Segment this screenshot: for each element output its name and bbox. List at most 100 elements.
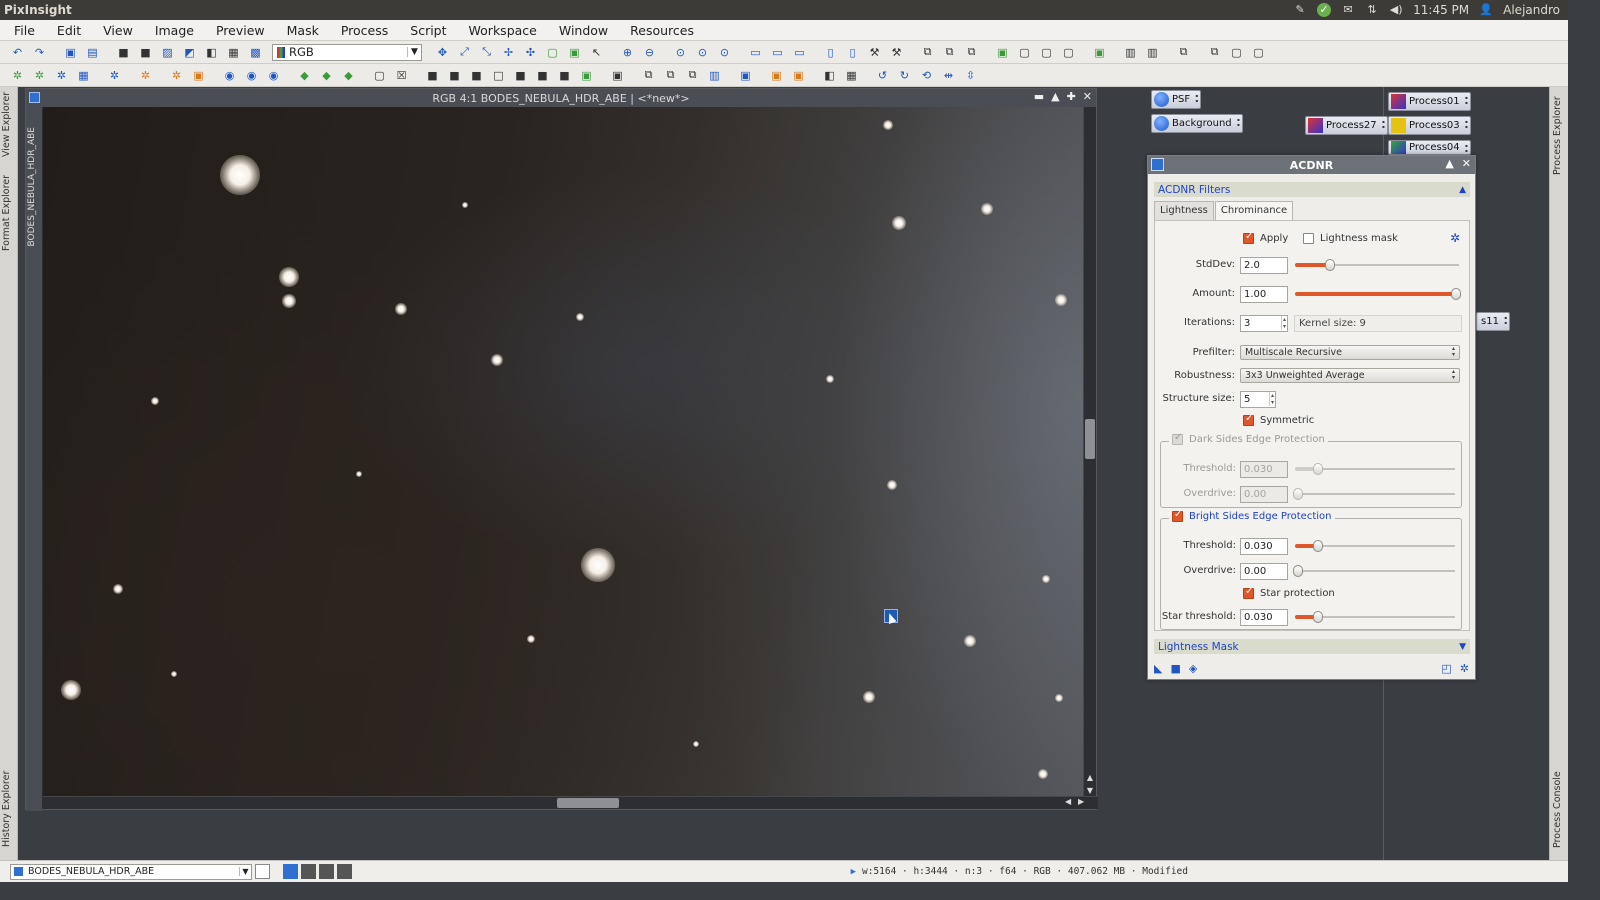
- history-explorer-tab[interactable]: History Explorer: [1, 769, 17, 849]
- flip-horizontal-icon[interactable]: ⇹: [939, 67, 958, 84]
- mask-mode-8-icon[interactable]: ▣: [577, 67, 596, 84]
- star-tool-1-icon[interactable]: ✲: [8, 67, 27, 84]
- mask-clear-icon[interactable]: ☒: [392, 67, 411, 84]
- workspace-2-icon[interactable]: ⧉: [940, 44, 959, 61]
- display-channel-rgb-icon[interactable]: [283, 864, 298, 879]
- float-icon[interactable]: ▢: [1227, 44, 1246, 61]
- stddev-input[interactable]: 2.0: [1240, 257, 1288, 274]
- color-calibrate-icon[interactable]: ▣: [767, 67, 786, 84]
- shade-icon[interactable]: ▲: [1445, 157, 1453, 170]
- mask-mode-5-icon[interactable]: ■: [511, 67, 530, 84]
- channel-g-icon[interactable]: ◉: [242, 67, 261, 84]
- horizontal-scrollbar[interactable]: ◀ ▶: [43, 796, 1098, 809]
- symmetric-checkbox[interactable]: [1243, 413, 1254, 426]
- zoom-out-icon[interactable]: ⊖: [640, 44, 659, 61]
- process-icon-psf[interactable]: PSF: [1151, 90, 1202, 109]
- image-window[interactable]: RGB 4:1 BODES_NEBULA_HDR_ABE | <*new*> ▬…: [25, 88, 1098, 811]
- mask-icon[interactable]: ◧: [202, 44, 221, 61]
- lightness-mask-section[interactable]: Lightness Mask ▼: [1154, 639, 1470, 654]
- menu-view[interactable]: View: [89, 23, 141, 38]
- tab-chrominance[interactable]: Chrominance: [1214, 201, 1294, 221]
- zoom-in-icon[interactable]: ⊕: [618, 44, 637, 61]
- process-icon-process27[interactable]: Process27: [1305, 116, 1388, 135]
- acdnr-filters-section[interactable]: ACDNR Filters ▲: [1154, 182, 1470, 197]
- layer-3-icon[interactable]: ⧉: [683, 67, 702, 84]
- menu-resources[interactable]: Resources: [616, 23, 702, 38]
- menu-script[interactable]: Script: [396, 23, 454, 38]
- apply-global-icon[interactable]: ■: [1170, 662, 1180, 675]
- new-image-icon[interactable]: ■: [114, 44, 133, 61]
- zoom-1-1-icon[interactable]: ⊙: [671, 44, 690, 61]
- mask-mode-6-icon[interactable]: ■: [533, 67, 552, 84]
- apply-checkbox[interactable]: [1243, 231, 1254, 244]
- page-icon[interactable]: ▢: [543, 44, 562, 61]
- color-tool-3-icon[interactable]: ▣: [189, 67, 208, 84]
- script-edit-icon[interactable]: ▢: [1015, 44, 1034, 61]
- mail-icon[interactable]: ✉: [1341, 3, 1355, 17]
- reset-icon[interactable]: ✲: [1450, 231, 1460, 245]
- amount-slider[interactable]: [1295, 288, 1461, 300]
- real-time-preview-icon[interactable]: ◈: [1189, 662, 1197, 675]
- play-icon[interactable]: ▶: [851, 867, 856, 877]
- maximize-icon[interactable]: ✚: [1067, 90, 1076, 103]
- stddev-slider[interactable]: [1295, 259, 1459, 271]
- dark-overdrive-input[interactable]: 0.00: [1240, 486, 1288, 503]
- process-icon-partial[interactable]: s11: [1476, 312, 1510, 331]
- zoom-center-icon[interactable]: ✣: [521, 44, 540, 61]
- menu-workspace[interactable]: Workspace: [455, 23, 545, 38]
- mask-enable-icon[interactable]: ◆: [317, 67, 336, 84]
- zoom-all-icon[interactable]: ✢: [499, 44, 518, 61]
- iterations-spinbox[interactable]: 3: [1240, 315, 1288, 332]
- dark-overdrive-slider[interactable]: [1293, 488, 1455, 500]
- zoom-4-1-icon[interactable]: ⊙: [715, 44, 734, 61]
- image-window-icon[interactable]: [29, 92, 40, 103]
- collapse-icon[interactable]: ▲: [1459, 185, 1466, 195]
- menu-image[interactable]: Image: [141, 23, 202, 38]
- script-stop-icon[interactable]: ▢: [1037, 44, 1056, 61]
- undo-icon[interactable]: ↶: [8, 44, 27, 61]
- lightness-mask-checkbox[interactable]: [1303, 233, 1314, 244]
- color-tool-1-icon[interactable]: ✲: [136, 67, 155, 84]
- grayscale-icon[interactable]: ◧: [820, 67, 839, 84]
- mask-mode-2-icon[interactable]: ■: [445, 67, 464, 84]
- scroll-up-icon[interactable]: ▲: [1084, 773, 1096, 782]
- duplicate-icon[interactable]: ■: [136, 44, 155, 61]
- mask-mode-3-icon[interactable]: ■: [467, 67, 486, 84]
- vertical-scrollbar[interactable]: ▲ ▼: [1083, 107, 1096, 798]
- user-name[interactable]: Alejandro: [1503, 3, 1560, 17]
- menu-file[interactable]: File: [0, 23, 43, 38]
- flip-vertical-icon[interactable]: ⇳: [961, 67, 980, 84]
- rgb-combine-icon[interactable]: ▣: [736, 67, 755, 84]
- reset-instance-icon[interactable]: ✲: [1460, 662, 1469, 675]
- tab-lightness[interactable]: Lightness: [1154, 201, 1214, 220]
- menu-preview[interactable]: Preview: [202, 23, 273, 38]
- volume-icon[interactable]: ◀): [1389, 3, 1403, 17]
- window-cascade-icon[interactable]: ▯: [843, 44, 862, 61]
- dark-sides-checkbox[interactable]: [1172, 432, 1183, 445]
- bright-overdrive-knob[interactable]: [1293, 565, 1303, 577]
- script-debug-icon[interactable]: ▢: [1059, 44, 1078, 61]
- stddev-slider-knob[interactable]: [1324, 259, 1335, 271]
- process-icon-process01[interactable]: Process01: [1388, 92, 1471, 111]
- display-channel-g-icon[interactable]: [319, 864, 334, 879]
- stf-reset-icon[interactable]: ⚒: [887, 44, 906, 61]
- bright-threshold-input[interactable]: 0.030: [1240, 538, 1288, 555]
- acdnr-process-icon[interactable]: [1151, 158, 1164, 171]
- notes-icon[interactable]: ✎: [1293, 3, 1307, 17]
- preview-edit-icon[interactable]: ▭: [768, 44, 787, 61]
- stf-icon[interactable]: ⚒: [865, 44, 884, 61]
- mask-show-icon[interactable]: ◆: [295, 67, 314, 84]
- copy-icon[interactable]: ▣: [608, 67, 627, 84]
- preview-new-icon[interactable]: ▭: [746, 44, 765, 61]
- amount-input[interactable]: 1.00: [1240, 286, 1288, 303]
- workspace-3-icon[interactable]: ⧉: [962, 44, 981, 61]
- dark-overdrive-knob[interactable]: [1293, 488, 1303, 500]
- bright-threshold-knob[interactable]: [1313, 540, 1324, 552]
- bright-sides-checkbox[interactable]: [1172, 509, 1183, 522]
- grid-tool-icon[interactable]: ▦: [74, 67, 93, 84]
- channel-select[interactable]: RGB ▼: [272, 43, 422, 61]
- scroll-down-icon[interactable]: ▼: [1084, 786, 1096, 795]
- process-icon-background[interactable]: Background: [1151, 114, 1243, 133]
- bright-overdrive-input[interactable]: 0.00: [1240, 563, 1288, 580]
- invert-icon[interactable]: ◩: [180, 44, 199, 61]
